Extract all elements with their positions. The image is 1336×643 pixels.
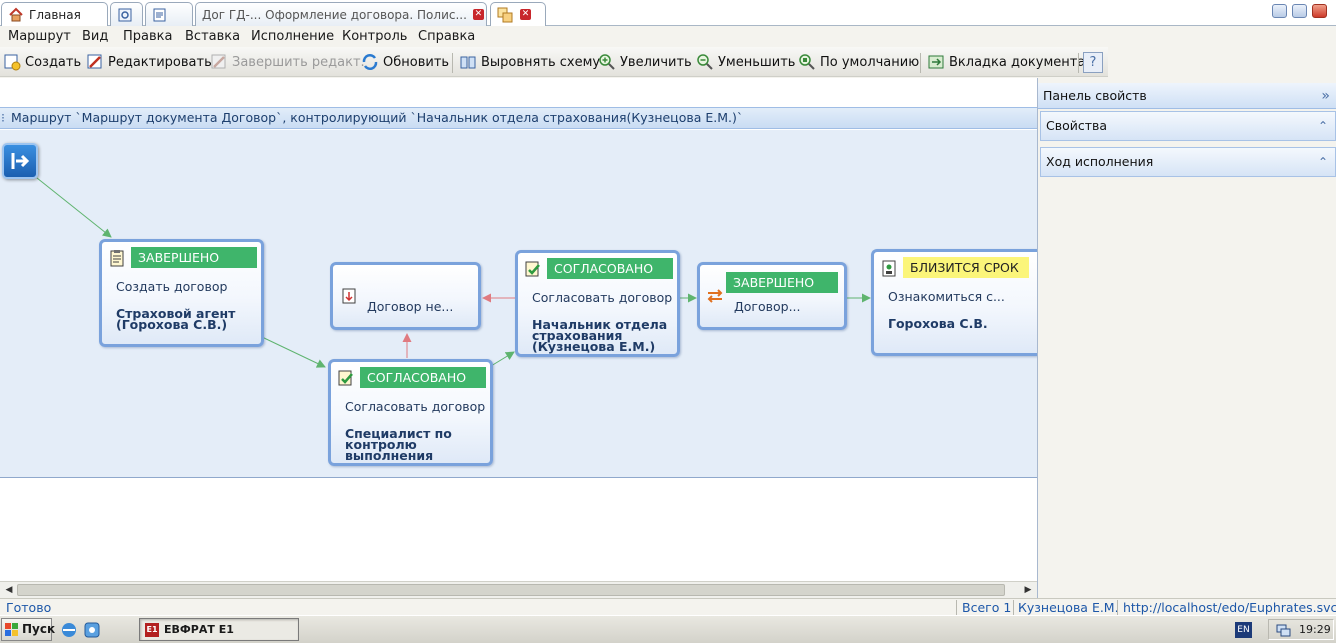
chevron-up-icon[interactable]: ⌃ <box>1318 112 1328 140</box>
scroll-left-icon[interactable]: ◀ <box>2 583 16 597</box>
windows-logo-icon <box>5 623 18 636</box>
system-tray: 19:29 <box>1268 619 1334 640</box>
status-separator <box>956 600 957 615</box>
status-badge: СОГЛАСОВАНО <box>547 258 673 279</box>
horizontal-scrollbar[interactable]: ◀ ▶ <box>0 581 1037 598</box>
node-assignee-line: (Кузнецова Е.М.) <box>532 339 656 354</box>
route-node-contract-rejected[interactable]: Договор не... <box>330 262 481 330</box>
restore-button[interactable] <box>1292 4 1307 18</box>
close-window-button[interactable] <box>1312 4 1327 18</box>
help-button[interactable]: ? <box>1083 52 1103 73</box>
chevron-up-icon[interactable]: ⌃ <box>1318 148 1328 176</box>
start-label: Пуск <box>22 622 56 636</box>
status-badge: ЗАВЕРШЕНО <box>131 247 257 268</box>
status-badge: СОГЛАСОВАНО <box>360 367 486 388</box>
scroll-right-icon[interactable]: ▶ <box>1021 583 1035 597</box>
route-node-review[interactable]: БЛИЗИТСЯ СРОК Ознакомиться с... Горохова… <box>871 249 1037 356</box>
approve-document-icon <box>337 369 355 387</box>
taskbar: Пуск E1 ЕВФРАТ E1 EN 19:29 <box>0 615 1336 643</box>
node-task: Договор... <box>734 299 801 314</box>
node-assignee: Специалист по контролю выполнения <box>345 427 452 463</box>
network-icon[interactable] <box>1275 622 1291 638</box>
scrollbar-thumb[interactable] <box>17 584 1005 596</box>
status-badge: БЛИЗИТСЯ СРОК <box>903 257 1029 278</box>
properties-panel: Панель свойств » Свойства ⌃ Ход исполнен… <box>1037 78 1336 598</box>
clipboard-icon <box>108 249 126 267</box>
start-button[interactable]: Пуск <box>1 618 56 641</box>
document-reject-icon <box>340 287 358 305</box>
progress-section[interactable]: Ход исполнения ⌃ <box>1040 147 1336 177</box>
route-node-specialist-approval[interactable]: СОГЛАСОВАНО Согласовать договор Специали… <box>328 359 493 466</box>
properties-section[interactable]: Свойства ⌃ <box>1040 111 1336 141</box>
properties-panel-title: Панель свойств <box>1043 88 1147 103</box>
start-icon <box>11 153 30 169</box>
collapse-panel-icon[interactable]: » <box>1321 83 1330 109</box>
status-badge: ЗАВЕРШЕНО <box>726 272 838 293</box>
status-ready: Готово <box>6 600 52 615</box>
route-node-contract-finished[interactable]: ЗАВЕРШЕНО Договор... <box>697 262 847 330</box>
properties-panel-header[interactable]: Панель свойств » <box>1038 83 1336 109</box>
node-task: Согласовать договор <box>532 290 673 305</box>
status-bar: Готово Всего 1 Кузнецова Е.М. http://loc… <box>0 598 1336 615</box>
node-assignee: Начальник отдела страхования (Кузнецова … <box>532 318 667 354</box>
language-indicator[interactable]: EN <box>1235 622 1252 638</box>
node-task: Согласовать договор <box>345 399 486 414</box>
status-separator <box>1117 600 1118 615</box>
node-assignee: Страховой агент (Горохова С.В.) <box>116 307 235 332</box>
clock: 19:29 <box>1299 623 1331 636</box>
browser-icon[interactable] <box>60 621 78 639</box>
status-url: http://localhost/edo/Euphrates.svc/ <box>1123 600 1336 615</box>
arrow-start-to-create <box>36 177 112 238</box>
arrow-specialist-to-head <box>490 351 515 367</box>
node-task: Создать договор <box>116 279 228 294</box>
node-task: Договор не... <box>367 299 454 314</box>
taskbar-app-label: ЕВФРАТ E1 <box>164 623 234 636</box>
approve-document-icon <box>524 260 542 278</box>
app-logo-icon: E1 <box>145 623 159 637</box>
node-assignee: Горохова С.В. <box>888 316 988 331</box>
arrow-create-to-specialist <box>261 336 326 368</box>
quicklaunch-icon[interactable] <box>83 621 101 639</box>
route-start-node[interactable] <box>2 143 38 179</box>
properties-section-label: Свойства <box>1046 118 1108 133</box>
node-task: Ознакомиться с... <box>888 289 1005 304</box>
status-user: Кузнецова Е.М. <box>1018 600 1119 615</box>
route-node-head-approval[interactable]: СОГЛАСОВАНО Согласовать договор Начальни… <box>515 250 680 357</box>
node-assignee-line: выполнения <box>345 448 434 463</box>
status-separator <box>1013 600 1014 615</box>
document-review-icon <box>880 259 898 277</box>
progress-section-label: Ход исполнения <box>1046 154 1154 169</box>
toolbar-separator <box>1078 53 1079 73</box>
taskbar-app-button[interactable]: E1 ЕВФРАТ E1 <box>139 618 299 641</box>
exchange-arrows-icon <box>706 287 724 305</box>
node-assignee-line: (Горохова С.В.) <box>116 317 228 332</box>
status-total: Всего 1 <box>962 600 1012 615</box>
minimize-button[interactable] <box>1272 4 1287 18</box>
route-node-create-contract[interactable]: ЗАВЕРШЕНО Создать договор Страховой аген… <box>99 239 264 347</box>
